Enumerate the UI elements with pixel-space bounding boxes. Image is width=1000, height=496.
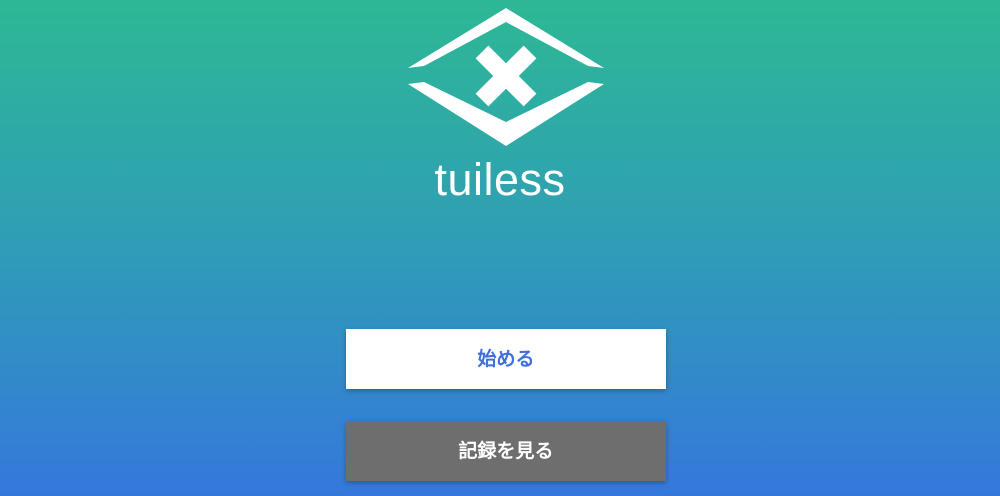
- view-records-button[interactable]: 記録を見る: [346, 421, 666, 481]
- start-button[interactable]: 始める: [346, 329, 666, 389]
- app-logo-icon: [408, 8, 604, 146]
- start-screen: tuiless 始める 記録を見る: [0, 0, 1000, 496]
- app-title: tuiless: [434, 154, 566, 205]
